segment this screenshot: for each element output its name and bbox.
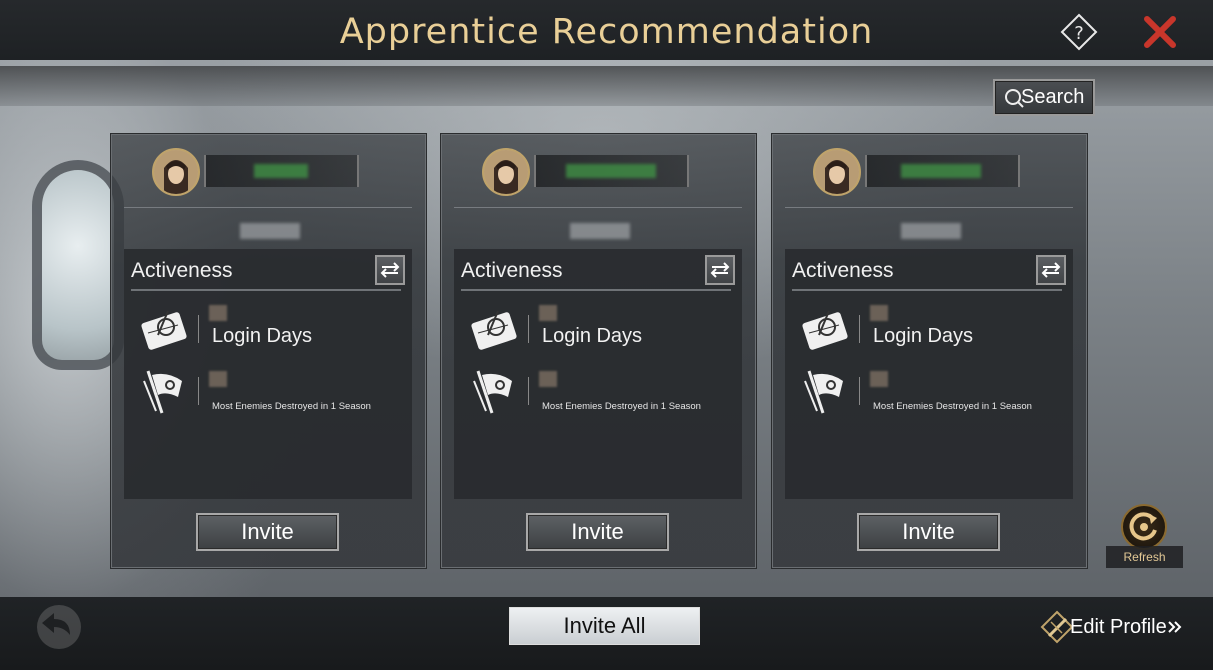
scroll-quill-icon <box>802 310 848 350</box>
search-label: Search <box>1021 86 1085 108</box>
activeness-title: Activeness <box>131 259 233 282</box>
divider <box>124 207 412 208</box>
refresh-icon <box>1121 504 1167 550</box>
swap-stats-button[interactable] <box>1036 255 1066 285</box>
login-days-label: Login Days <box>873 325 974 347</box>
enemies-destroyed-label: Most Enemies Destroyed in 1 Season <box>542 401 701 412</box>
invite-button[interactable]: Invite <box>857 513 1000 551</box>
swap-stats-button[interactable] <box>375 255 405 285</box>
double-chevron-right-icon <box>1168 621 1182 633</box>
war-banner-icon <box>143 370 182 414</box>
login-days-label: Login Days <box>542 325 643 347</box>
invite-button[interactable]: Invite <box>196 513 339 551</box>
player-name-plate <box>865 155 1020 187</box>
back-arrow-icon <box>37 605 81 649</box>
enemies-destroyed-label: Most Enemies Destroyed in 1 Season <box>873 401 1032 412</box>
refresh-label: Refresh <box>1106 546 1183 568</box>
activeness-panel: Activeness Login Days Most Enemies Destr… <box>454 249 742 499</box>
activeness-title: Activeness <box>792 259 894 282</box>
activeness-panel: Activeness Login Days Most Enemies Destr… <box>124 249 412 499</box>
activeness-title: Activeness <box>461 259 563 282</box>
player-name-plate <box>204 155 359 187</box>
back-button[interactable] <box>30 603 88 651</box>
avatar[interactable] <box>813 148 861 196</box>
war-banner-icon <box>473 370 512 414</box>
swap-icon <box>380 262 400 278</box>
enemies-destroyed-value <box>870 371 888 387</box>
login-days-value <box>209 305 227 321</box>
apprentice-card: Activeness Login Days Most Enemies Destr… <box>111 134 426 568</box>
swap-stats-button[interactable] <box>705 255 735 285</box>
scroll-quill-icon <box>141 310 187 350</box>
edit-profile-button[interactable]: Edit Profile <box>1040 609 1190 645</box>
login-days-label: Login Days <box>212 325 313 347</box>
activeness-divider <box>461 289 731 291</box>
refresh-button[interactable]: Refresh <box>1106 502 1183 568</box>
player-info-hidden <box>570 223 630 239</box>
avatar-portrait-icon <box>484 150 528 194</box>
edit-brush-icon <box>1040 610 1074 644</box>
avatar-portrait-icon <box>154 150 198 194</box>
close-icon <box>1144 16 1176 48</box>
search-button[interactable]: Search <box>993 79 1095 116</box>
activeness-panel: Activeness Login Days Most Enemies Destr… <box>785 249 1073 499</box>
login-days-value <box>539 305 557 321</box>
player-info-hidden <box>901 223 961 239</box>
close-button[interactable] <box>1142 14 1178 50</box>
apprentice-card: Activeness Login Days Most Enemies Destr… <box>441 134 756 568</box>
enemies-destroyed-value <box>539 371 557 387</box>
enemies-destroyed-value <box>209 371 227 387</box>
login-days-value <box>870 305 888 321</box>
scroll-quill-icon <box>471 310 517 350</box>
avatar[interactable] <box>152 148 200 196</box>
divider <box>785 207 1073 208</box>
enemies-destroyed-label: Most Enemies Destroyed in 1 Season <box>212 401 371 412</box>
divider <box>454 207 742 208</box>
svg-text:?: ? <box>1074 23 1084 44</box>
avatar[interactable] <box>482 148 530 196</box>
page-title: Apprentice Recommendation <box>339 12 874 52</box>
swap-icon <box>710 262 730 278</box>
help-icon: ? <box>1060 13 1098 51</box>
player-info-hidden <box>240 223 300 239</box>
player-name-plate <box>534 155 689 187</box>
war-banner-icon <box>804 370 843 414</box>
apprentice-card: Activeness Login Days Most Enemies Destr… <box>772 134 1087 568</box>
invite-all-button[interactable]: Invite All <box>509 607 700 645</box>
swap-icon <box>1041 262 1061 278</box>
avatar-portrait-icon <box>815 150 859 194</box>
invite-button[interactable]: Invite <box>526 513 669 551</box>
edit-profile-label: Edit Profile <box>1070 615 1167 638</box>
activeness-divider <box>792 289 1062 291</box>
activeness-divider <box>131 289 401 291</box>
help-button[interactable]: ? <box>1060 13 1098 51</box>
